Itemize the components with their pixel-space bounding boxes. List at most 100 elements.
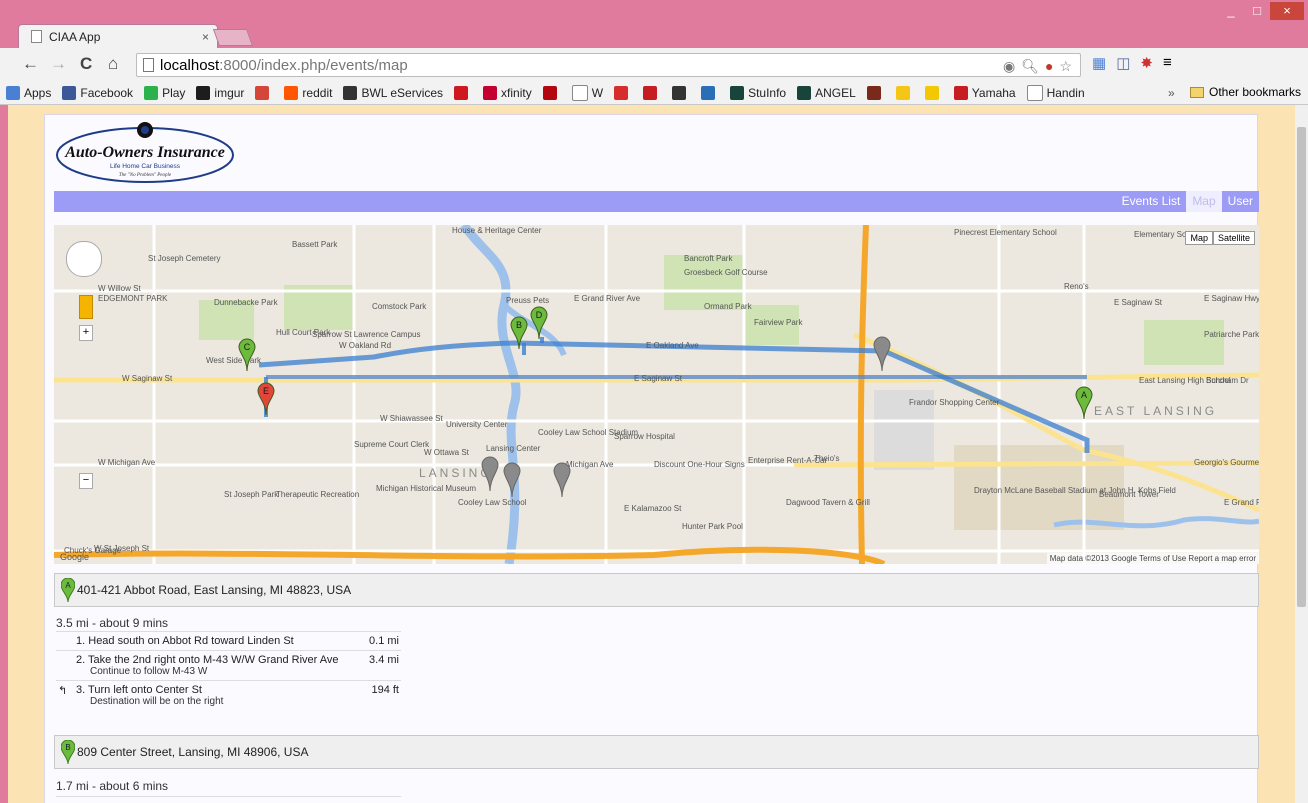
new-tab-button[interactable] [212,29,254,46]
bookmark-xfinity[interactable]: xfinity [483,86,532,100]
map-label: Cooley Law School [458,498,527,507]
map-type-map[interactable]: Map [1185,231,1213,245]
map-label: Discount One-Hour Signs [654,460,745,469]
other-bookmarks[interactable]: Other bookmarks [1190,85,1301,99]
bookmark-facebook[interactable]: Facebook [62,86,133,100]
bookmark-label: reddit [302,86,333,100]
home-button[interactable]: ⌂ [108,54,118,74]
direction-step: ↰ 3. Turn left onto Center St Destination… [56,680,401,710]
zoom-out-button[interactable]: − [79,473,93,489]
window-controls: _ □ × [1218,2,1304,20]
bookmark-apps[interactable]: Apps [6,86,51,100]
extension-icon[interactable]: ◫ [1116,54,1130,72]
maximize-button[interactable]: □ [1244,2,1270,20]
map-label: W Willow St [98,284,141,293]
s-green-icon [797,86,812,100]
waypoint-pin[interactable] [553,462,571,498]
minimize-button[interactable]: _ [1218,2,1244,20]
map-type-satellite[interactable]: Satellite [1212,231,1255,245]
map-label: Reno's [1064,282,1089,291]
bookmark-bwl-eservices[interactable]: BWL eServices [343,86,443,100]
url-path: :8000/index.php/events/map [219,56,408,74]
bookmark-w[interactable]: W [571,85,604,101]
bookmark-bank[interactable] [614,86,632,100]
step-distance: 0.1 mi [364,631,401,651]
map-label: Michigan Ave [566,460,614,469]
auto-owners-logo: Auto-Owners Insurance Life Home Car Busi… [55,121,235,187]
route-map[interactable]: Bassett Park St Joseph Cemetery W Willow S… [54,225,1259,564]
reload-button[interactable]: C [80,54,92,74]
yamaha-icon [953,86,968,100]
map-label: EAST LANSING [1094,404,1217,418]
bookmark-youtube[interactable] [454,86,472,100]
map-label: W Oakland Rd [339,341,391,350]
route-marker-a[interactable]: A [1075,386,1093,420]
location-icon[interactable]: ◉ [1003,58,1015,75]
leg-summary: 3.5 mi - about 9 mins [56,616,169,630]
nav-user[interactable]: User [1222,191,1259,212]
back-button[interactable]: ← [22,54,39,74]
s-green-icon [730,86,745,100]
bookmark-yamaha[interactable]: Yamaha [953,86,1016,100]
map-pan-control[interactable] [66,241,102,277]
translate-icon[interactable]: ▦ [1092,54,1106,72]
adblock-icon[interactable]: ● [1045,58,1053,75]
bookmark-bus[interactable] [672,86,690,100]
puzzle-icon[interactable]: ✸ [1140,54,1153,72]
map-label: E Oakland Ave [646,341,699,350]
route-marker-e[interactable]: E [257,382,275,416]
bookmark-angel[interactable]: ANGEL [797,86,856,100]
bookmark-netflix[interactable] [542,86,561,100]
bookmark-gmail[interactable] [255,86,273,100]
bookmark-reddit[interactable]: reddit [284,86,332,100]
zoom-icon[interactable]: 🔍︎ [1021,58,1039,75]
bookmark-label: W [591,86,604,100]
disc-icon [701,86,716,100]
close-tab-icon[interactable]: × [202,30,209,44]
svg-text:A: A [1081,390,1087,400]
bookmark-play[interactable]: Play [144,86,185,100]
close-window-button[interactable]: × [1270,2,1304,20]
bookmark-imdb[interactable] [895,86,914,100]
star-icon[interactable]: ☆ [1059,58,1072,75]
page-scrollbar[interactable] [1295,105,1308,803]
map-label: EDGEMONT PARK [98,294,168,303]
bookmark-label: BWL eServices [361,86,444,100]
bookmark-handin[interactable]: Handin [1026,85,1085,101]
bookmark-imgur[interactable]: imgur [196,86,244,100]
map-attribution[interactable]: Map data ©2013 Google Terms of Use Repor… [1046,553,1259,564]
map-label: W Michigan Ave [98,458,156,467]
reddit-icon [284,86,299,100]
address-bar[interactable]: localhost:8000/index.php/events/map ◉ 🔍︎… [136,53,1081,77]
nav-map[interactable]: Map [1186,191,1222,212]
bookmark-f[interactable] [643,86,661,100]
map-label: Bancroft Park [684,254,733,263]
bookmarks-overflow-button[interactable]: » [1168,86,1175,100]
map-label: LANSING [419,466,493,480]
apps-grid-icon [6,86,20,100]
map-label: Bassett Park [292,240,338,249]
nav-events-list[interactable]: Events List [1116,191,1187,212]
pegman-icon[interactable] [79,295,93,319]
step-text: Head south on Abbot Rd toward Linden St [88,635,294,647]
bookmark-dota[interactable] [866,86,885,100]
logo-subtitle: Life Home Car Business [110,163,181,170]
map-label: Preuss Pets [506,296,549,305]
marker-b-icon: B [61,740,75,764]
bookmark-disc[interactable] [701,86,719,100]
map-label: Groesbeck Golf Course [684,268,768,277]
menu-icon[interactable]: ≡ [1163,54,1172,72]
bookmark-stuinfo[interactable]: StuInfo [730,86,786,100]
logo-title: Auto-Owners Insurance [64,144,225,161]
forward-button[interactable]: → [50,54,67,74]
route-marker-c[interactable]: C [238,338,256,372]
leg-address: 809 Center Street, Lansing, MI 48906, US… [77,745,309,759]
scrollbar-thumb[interactable] [1297,127,1306,607]
omnibox-icons: ◉ 🔍︎ ● ☆ [1003,58,1072,75]
bookmark-ring[interactable] [924,86,943,100]
svg-text:E: E [263,386,269,396]
bwl-icon [343,86,358,100]
play-icon [144,86,159,100]
zoom-in-button[interactable]: + [79,325,93,341]
tab-ciaa-app[interactable]: CIAA App × [18,24,218,48]
